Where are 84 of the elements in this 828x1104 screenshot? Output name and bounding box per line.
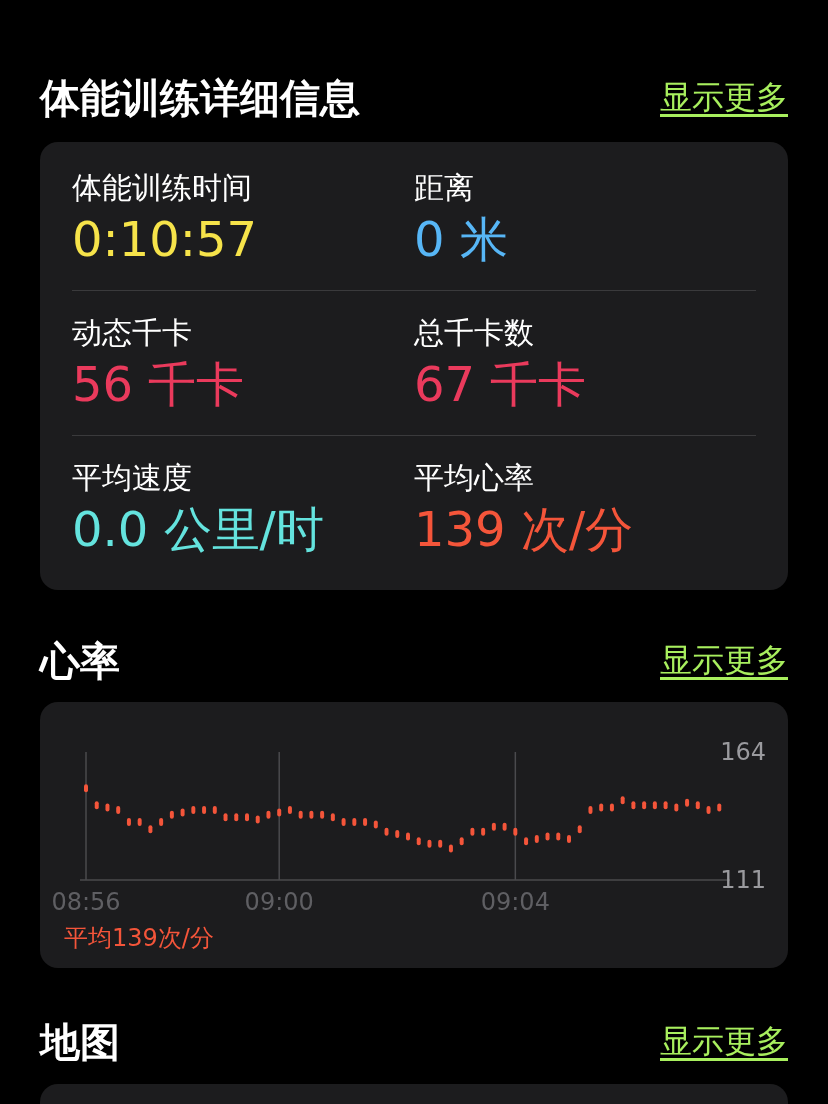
heart-rate-point	[148, 825, 153, 834]
metric-value: 0.0 公里/时	[72, 500, 325, 559]
metric-label: 体能训练时间	[72, 169, 253, 207]
heart-rate-point	[717, 803, 722, 812]
x-axis-label: 09:00	[244, 888, 314, 916]
heart-rate-point	[674, 803, 679, 812]
heart-rate-point	[631, 801, 636, 810]
heart-rate-point	[448, 844, 453, 853]
heart-rate-point	[352, 818, 357, 827]
metric-value: 0 米	[414, 210, 509, 269]
heart-rate-point	[652, 801, 657, 810]
heart-rate-point	[438, 839, 443, 848]
heart-rate-point	[169, 810, 174, 819]
metric-label: 距离	[414, 169, 475, 207]
section-title: 心率	[40, 636, 120, 686]
heart-rate-point	[524, 837, 529, 846]
heart-rate-point	[159, 818, 164, 827]
metric-label: 平均速度	[72, 459, 193, 497]
heart-rate-point	[84, 784, 88, 793]
heart-rate-point	[427, 839, 432, 848]
metric-label: 总千卡数	[414, 314, 535, 352]
section-title: 地图	[40, 1017, 120, 1067]
heart-rate-point	[309, 810, 314, 819]
heart-rate-point	[620, 796, 625, 805]
heart-rate-point	[234, 813, 239, 822]
heart-rate-point	[94, 801, 99, 810]
heart-rate-point	[545, 832, 550, 841]
heart-rate-point	[330, 813, 335, 822]
heart-rate-point	[513, 827, 518, 836]
heart-rate-point	[341, 818, 346, 827]
heart-rate-point	[706, 805, 711, 814]
heart-rate-point	[116, 805, 121, 814]
metric-value: 139 次/分	[414, 500, 635, 559]
heart-rate-point	[588, 805, 593, 814]
heart-rate-point	[137, 818, 142, 827]
heart-rate-point	[373, 820, 378, 829]
heart-rate-point	[395, 830, 400, 839]
heart-rate-point	[384, 827, 389, 836]
heart-rate-point	[223, 813, 228, 822]
heart-rate-point	[695, 801, 700, 810]
heart-rate-point	[534, 834, 539, 843]
heart-rate-point	[567, 834, 571, 843]
heart-rate-point	[556, 832, 561, 841]
heart-rate-point	[105, 803, 110, 812]
x-axis-label: 08:56	[51, 888, 121, 916]
metric-value: 56 千卡	[72, 355, 246, 414]
heart-rate-point	[255, 815, 260, 824]
heart-rate-point	[363, 818, 368, 827]
x-axis-label: 09:04	[480, 888, 550, 916]
heart-rate-point	[320, 810, 325, 819]
metric-label: 动态千卡	[72, 314, 193, 352]
heart-rate-point	[642, 801, 647, 810]
show-more-link[interactable]: 显示更多	[660, 1020, 788, 1064]
heart-rate-point	[502, 822, 507, 831]
heart-rate-point	[245, 813, 249, 822]
average-heart-rate: 平均139次/分	[63, 923, 215, 954]
heart-rate-point	[609, 803, 614, 812]
heart-rate-point	[577, 825, 582, 834]
heart-rate-point	[266, 810, 271, 819]
heart-rate-point	[287, 805, 292, 814]
heart-rate-point	[406, 832, 410, 841]
heart-rate-point	[191, 805, 196, 814]
heart-rate-point	[459, 837, 464, 846]
heart-rate-point	[685, 798, 690, 807]
heart-rate-point	[470, 827, 475, 836]
heart-rate-point	[277, 808, 282, 817]
heart-rate-point	[180, 808, 185, 817]
heart-rate-point	[416, 837, 421, 846]
heart-rate-point	[202, 805, 207, 814]
heart-rate-point	[126, 818, 131, 827]
y-axis-label: 164	[720, 738, 766, 766]
metric-value: 67 千卡	[414, 355, 588, 414]
heart-rate-point	[212, 805, 217, 814]
metric-value: 0:10:57	[72, 210, 259, 269]
heart-rate-point	[481, 827, 486, 836]
heart-rate-point	[599, 803, 604, 812]
section-title: 体能训练详细信息	[40, 73, 360, 123]
y-axis-label: 111	[720, 866, 766, 894]
heart-rate-point	[298, 810, 303, 819]
show-more-link[interactable]: 显示更多	[660, 639, 788, 683]
heart-rate-point	[663, 801, 668, 810]
metric-label: 平均心率	[414, 459, 535, 497]
heart-rate-point	[491, 822, 496, 831]
show-more-link[interactable]: 显示更多	[660, 76, 788, 120]
